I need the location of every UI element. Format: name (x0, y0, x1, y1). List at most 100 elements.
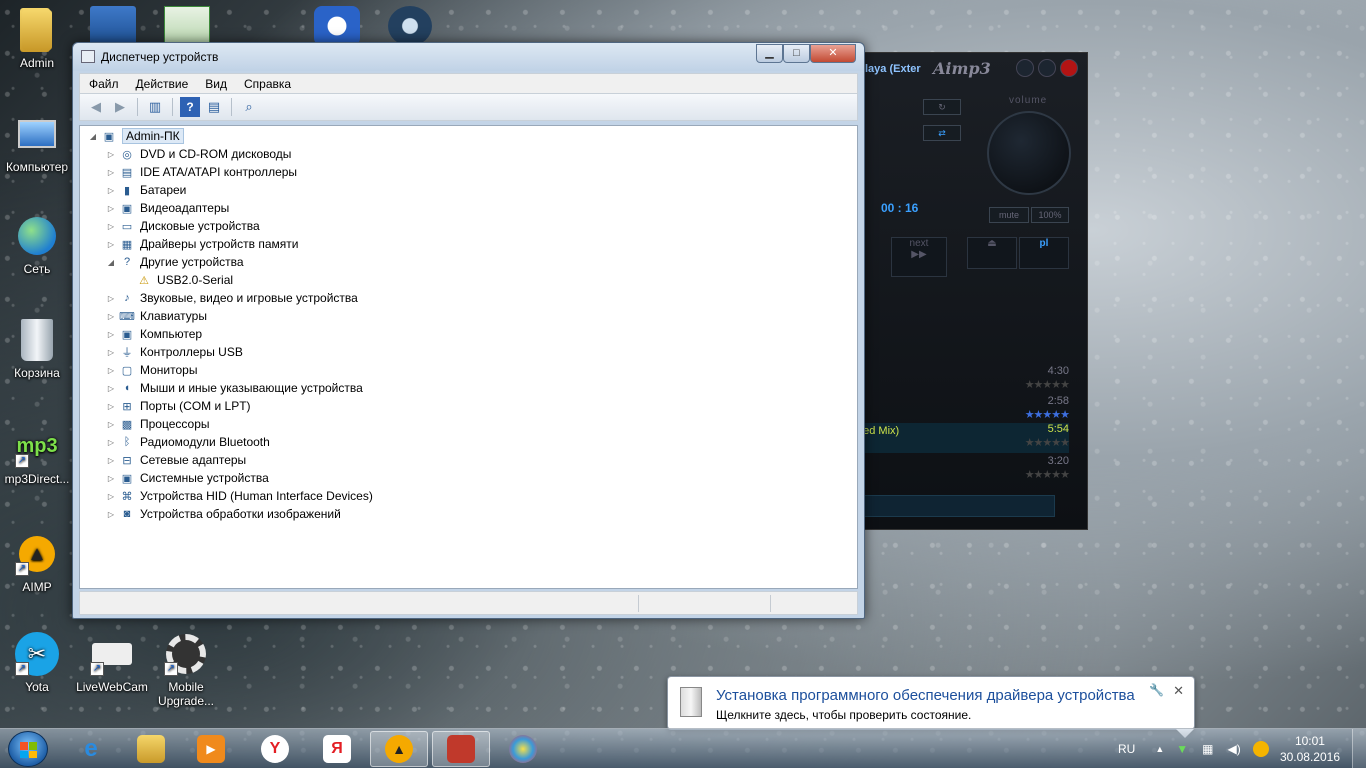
properties-icon[interactable]: ▤ (204, 97, 224, 117)
expand-arrow-icon[interactable]: ▷ (106, 222, 116, 231)
tree-category[interactable]: ◢? Другие устройства (106, 253, 244, 271)
playlist-row[interactable]: 2:58 ★★★★★ (857, 395, 1070, 423)
taskbar-media-player[interactable]: ▶ (182, 731, 240, 767)
expand-arrow-icon[interactable]: ▷ (106, 348, 116, 357)
aimp-minimize-button[interactable] (1016, 59, 1034, 77)
tree-category[interactable]: ▷ ▣ Видеоадаптеры (106, 199, 229, 217)
steam-icon[interactable] (388, 6, 432, 46)
app-icon[interactable] (314, 6, 360, 46)
forward-icon[interactable]: ▶ (110, 97, 130, 117)
tree-category[interactable]: ▷ ▩ Процессоры (106, 415, 210, 433)
tree-category[interactable]: ▷ ▦ Драйверы устройств памяти (106, 235, 299, 253)
tree-category[interactable]: ▷ ⊞ Порты (COM и LPT) (106, 397, 251, 415)
aimp-volume-knob[interactable] (987, 111, 1071, 195)
taskbar-aimp[interactable]: ▲ (370, 731, 428, 767)
aimp-repeat-button[interactable]: ↻ (923, 99, 961, 115)
tree-category[interactable]: ▷ ⏚ Контроллеры USB (106, 343, 243, 361)
desktop-icon-mobile-upgrade[interactable]: ↗ Mobile Upgrade... (150, 632, 222, 708)
maximize-button[interactable]: □ (783, 44, 810, 63)
expand-arrow-icon[interactable]: ▷ (106, 240, 116, 249)
menu-action[interactable]: Действие (127, 74, 197, 93)
tree-category[interactable]: ▷ ▣ Компьютер (106, 325, 202, 343)
language-indicator[interactable]: RU (1118, 742, 1135, 756)
tree-root[interactable]: ◢ ▣ Admin-ПК (88, 127, 184, 145)
start-button[interactable] (8, 731, 48, 767)
tree-category[interactable]: ▷ ⌨ Клавиатуры (106, 307, 207, 325)
menu-file[interactable]: Файл (80, 74, 127, 93)
volume-icon[interactable]: ◀) (1228, 742, 1241, 756)
tree-category[interactable]: ▷ ᛒ Радиомодули Bluetooth (106, 433, 270, 451)
desktop-icon-computer[interactable]: Компьютер (1, 112, 73, 174)
expand-arrow-icon[interactable]: ▷ (106, 168, 116, 177)
desktop-icon-network[interactable]: Сеть (1, 214, 73, 276)
scan-hardware-icon[interactable]: ⌕ (239, 97, 259, 117)
expand-arrow-icon[interactable]: ▷ (106, 510, 116, 519)
desktop-icon-aimp[interactable]: ▲ ↗ AIMP (1, 532, 73, 594)
balloon-text[interactable]: Щелкните здесь, чтобы проверить состояни… (716, 708, 971, 722)
expand-arrow-icon[interactable]: ▷ (106, 330, 116, 339)
menu-help[interactable]: Справка (235, 74, 299, 93)
collapse-arrow-icon[interactable]: ◢ (106, 258, 116, 267)
aimp-close-button[interactable] (1060, 59, 1078, 77)
back-icon[interactable]: ◀ (86, 97, 106, 117)
taskbar-device-manager[interactable] (432, 731, 490, 767)
excel-icon[interactable] (164, 6, 210, 46)
wrench-icon[interactable]: 🔧 (1149, 683, 1164, 697)
expand-arrow-icon[interactable]: ▷ (106, 402, 116, 411)
desktop-icon-mp3direct[interactable]: mp3 ↗ mp3Direct... (1, 424, 73, 487)
aimp-eject-button[interactable]: ⏏ (967, 237, 1017, 269)
yellow-app-icon[interactable] (1252, 741, 1269, 757)
aimp-shuffle-button[interactable]: ⇄ (923, 125, 961, 141)
taskbar-yandex[interactable]: Я (308, 731, 366, 767)
notification-balloon[interactable]: Установка программного обеспечения драйв… (667, 676, 1195, 738)
playlist-row[interactable]: 3:20 ★★★★★ (857, 455, 1070, 483)
tree-category[interactable]: ▷ ♪ Звуковые, видео и игровые устройства (106, 289, 358, 307)
expand-arrow-icon[interactable]: ▷ (106, 186, 116, 195)
clock[interactable]: 10:01 30.08.2016 (1280, 733, 1340, 765)
tree-category[interactable]: ▷ ⊟ Сетевые адаптеры (106, 451, 246, 469)
taskbar-yandex-browser[interactable]: Y (246, 731, 304, 767)
tree-category[interactable]: ▷ ⌘ Устройства HID (Human Interface Device… (106, 487, 373, 505)
show-desktop-button[interactable] (1352, 729, 1366, 768)
desktop-icon-yota[interactable]: ✂ ↗ Yota (1, 632, 73, 694)
expand-arrow-icon[interactable]: ▷ (106, 420, 116, 429)
close-button[interactable]: ✕ (810, 44, 856, 63)
expand-arrow-icon[interactable]: ▷ (106, 492, 116, 501)
tree-category[interactable]: ▷ ▭ Дисковые устройства (106, 217, 260, 235)
playlist-row[interactable]: 4:30 ★★★★★ (857, 365, 1070, 393)
tree-category[interactable]: ▷ ◖ Мыши и иные указывающие устройства (106, 379, 363, 397)
expand-arrow-icon[interactable]: ▷ (106, 204, 116, 213)
aimp-player[interactable]: laya (Exter Aimp3 volume ↻ ⇄ 00 : 16 mut… (850, 52, 1088, 530)
taskbar-paint[interactable] (494, 731, 552, 767)
expand-arrow-icon[interactable]: ▷ (106, 438, 116, 447)
close-icon[interactable]: ✕ (1173, 683, 1184, 699)
expand-arrow-icon[interactable]: ▷ (106, 456, 116, 465)
tree-child-device[interactable]: ⚠ USB2.0-Serial (136, 271, 233, 289)
tree-category[interactable]: ▷ ▤ IDE ATA/ATAPI контроллеры (106, 163, 297, 181)
aimp-search-field[interactable] (857, 495, 1055, 517)
device-tree[interactable]: ◢ ▣ Admin-ПК ▷ ◎ DVD и CD-ROM дисководы ▷ ▤ I… (79, 125, 858, 589)
tree-category[interactable]: ▷ ▣ Системные устройства (106, 469, 269, 487)
minimize-button[interactable]: ▁ (756, 44, 783, 63)
desktop-icon-admin[interactable]: Admin (1, 8, 73, 70)
taskbar-ie[interactable]: e (62, 731, 120, 767)
tree-category[interactable]: ▷ ▢ Мониторы (106, 361, 198, 379)
desktop-icon-recycle-bin[interactable]: Корзина (1, 318, 73, 380)
expand-arrow-icon[interactable]: ▷ (106, 294, 116, 303)
desktop-icon-livewebcam[interactable]: ↗ LiveWebCam (76, 632, 148, 694)
tree-category[interactable]: ▷ ▮ Батареи (106, 181, 186, 199)
expand-arrow-icon[interactable]: ▷ (106, 150, 116, 159)
window-titlebar[interactable]: Диспетчер устройств ▁ □ ✕ (73, 43, 864, 71)
rating-stars[interactable]: ★★★★★ (1025, 468, 1070, 481)
device-install-icon[interactable]: ▼ (1176, 742, 1188, 756)
collapse-arrow-icon[interactable]: ◢ (88, 132, 98, 141)
aimp-tray-button[interactable] (1038, 59, 1056, 77)
expand-arrow-icon[interactable]: ▷ (106, 384, 116, 393)
help-icon[interactable]: ? (180, 97, 200, 117)
taskbar-explorer[interactable] (122, 731, 180, 767)
playlist-row-active[interactable]: ded Mix) 5:54 ★★★★★ (857, 423, 1070, 453)
expand-arrow-icon[interactable]: ▷ (106, 366, 116, 375)
expand-arrow-icon[interactable]: ▷ (106, 312, 116, 321)
aimp-playlist-button[interactable]: pl (1019, 237, 1069, 269)
menu-view[interactable]: Вид (196, 74, 235, 93)
